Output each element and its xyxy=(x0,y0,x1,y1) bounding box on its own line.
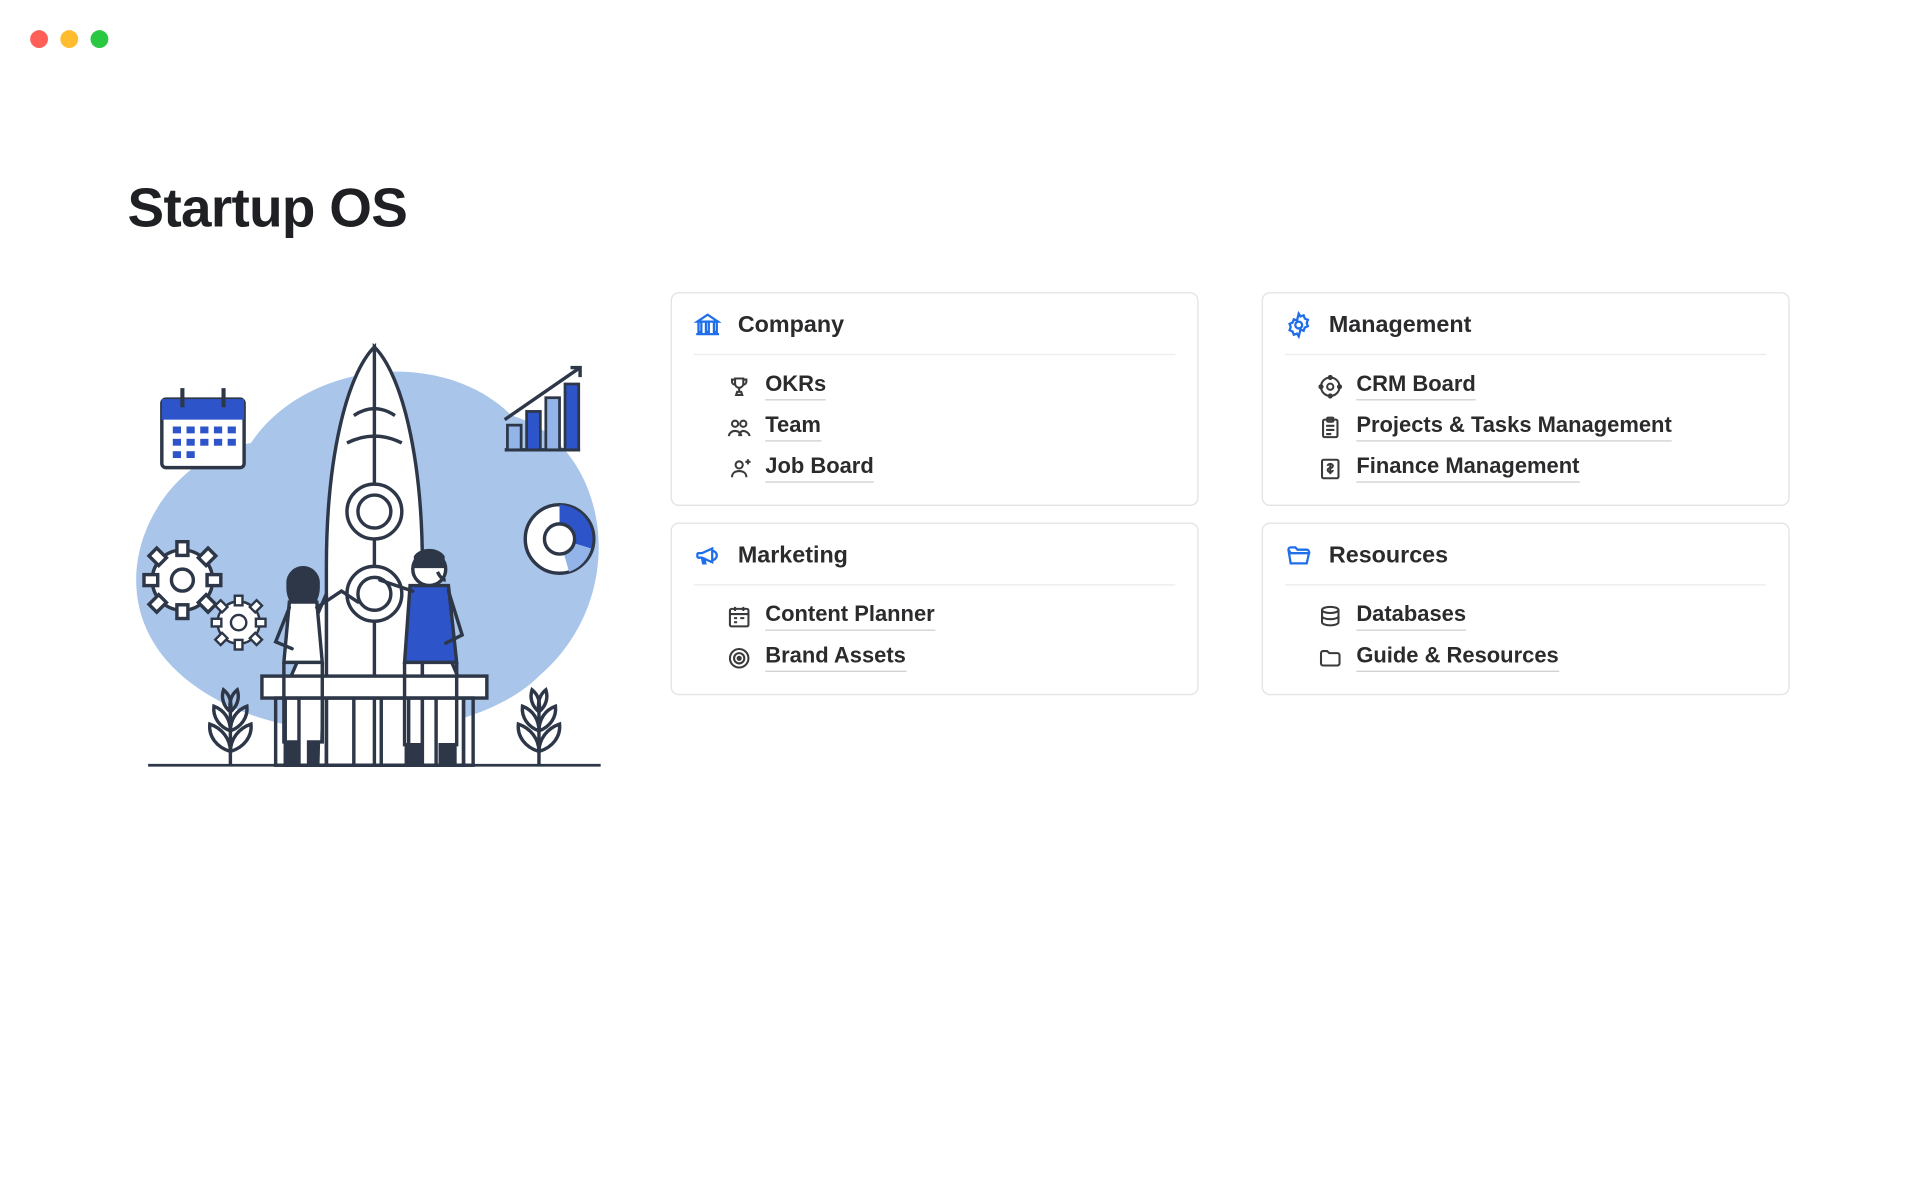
card-title: Resources xyxy=(1329,542,1448,569)
folder-icon xyxy=(1318,646,1343,671)
card-title: Company xyxy=(738,311,844,338)
item-databases[interactable]: Databases xyxy=(1318,603,1766,630)
item-label: Guide & Resources xyxy=(1356,645,1558,672)
item-label: CRM Board xyxy=(1356,373,1475,400)
app-window: Startup OS xyxy=(0,0,1920,1200)
folder-open-icon xyxy=(1285,542,1312,569)
item-team[interactable]: Team xyxy=(727,414,1175,441)
window-maximize-button[interactable] xyxy=(91,30,109,48)
window-close-button[interactable] xyxy=(30,30,48,48)
card-management: Management CRM Board xyxy=(1262,292,1790,506)
clipboard-icon xyxy=(1318,416,1343,441)
main-row: Company OKRs xyxy=(128,292,1790,772)
item-finance[interactable]: Finance Management xyxy=(1318,455,1766,482)
trophy-icon xyxy=(727,374,752,399)
item-label: OKRs xyxy=(765,373,826,400)
card-header-management: Management xyxy=(1285,311,1766,355)
database-icon xyxy=(1318,605,1343,630)
main-content: Startup OS xyxy=(128,178,1790,772)
team-icon xyxy=(727,416,752,441)
planner-icon xyxy=(727,605,752,630)
item-label: Projects & Tasks Management xyxy=(1356,414,1671,441)
card-title: Management xyxy=(1329,311,1472,338)
card-resources: Resources Databases xyxy=(1262,523,1790,696)
card-marketing: Marketing Content Planner xyxy=(671,523,1199,696)
item-label: Databases xyxy=(1356,603,1466,630)
target-icon xyxy=(727,646,752,671)
item-okrs[interactable]: OKRs xyxy=(727,373,1175,400)
item-crm[interactable]: CRM Board xyxy=(1318,373,1766,400)
card-header-marketing: Marketing xyxy=(694,542,1175,586)
item-label: Job Board xyxy=(765,455,874,482)
card-items-company: OKRs Team xyxy=(694,373,1175,483)
item-label: Finance Management xyxy=(1356,455,1579,482)
cards-grid: Company OKRs xyxy=(671,292,1790,695)
card-items-management: CRM Board Projects & Tasks Management xyxy=(1285,373,1766,483)
item-label: Brand Assets xyxy=(765,645,906,672)
gear-icon xyxy=(1285,311,1312,338)
megaphone-icon xyxy=(694,542,721,569)
item-content-planner[interactable]: Content Planner xyxy=(727,603,1175,630)
bank-icon xyxy=(694,311,721,338)
window-minimize-button[interactable] xyxy=(60,30,78,48)
item-projects[interactable]: Projects & Tasks Management xyxy=(1318,414,1766,441)
finance-icon xyxy=(1318,457,1343,482)
hero-illustration xyxy=(128,292,622,772)
page-title: Startup OS xyxy=(128,178,1790,240)
card-items-resources: Databases Guide & Resources xyxy=(1285,603,1766,672)
item-guide[interactable]: Guide & Resources xyxy=(1318,645,1766,672)
card-header-company: Company xyxy=(694,311,1175,355)
item-label: Content Planner xyxy=(765,603,934,630)
window-controls xyxy=(30,30,108,48)
item-job-board[interactable]: Job Board xyxy=(727,455,1175,482)
crm-icon xyxy=(1318,374,1343,399)
job-board-icon xyxy=(727,457,752,482)
card-company: Company OKRs xyxy=(671,292,1199,506)
card-title: Marketing xyxy=(738,542,848,569)
item-label: Team xyxy=(765,414,821,441)
card-header-resources: Resources xyxy=(1285,542,1766,586)
item-brand-assets[interactable]: Brand Assets xyxy=(727,645,1175,672)
card-items-marketing: Content Planner Brand Assets xyxy=(694,603,1175,672)
